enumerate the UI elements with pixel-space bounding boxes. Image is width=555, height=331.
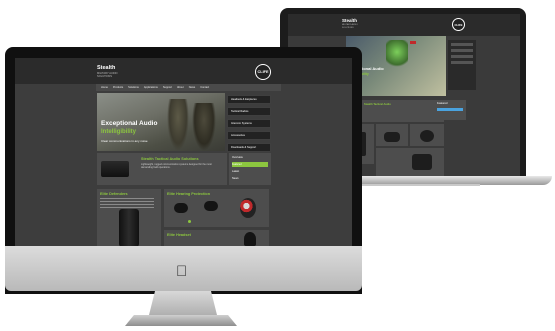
hero-soldier-1 (167, 99, 189, 151)
laptop-headset-image (420, 130, 434, 142)
laptop-section-title[interactable]: Stealth Tactical Audio (364, 103, 391, 106)
imac-neck (148, 291, 218, 319)
nav-item-news[interactable]: News (189, 86, 196, 89)
headset-image (244, 232, 256, 246)
apple-logo-icon:  (176, 263, 187, 280)
product-title-headset[interactable]: Elite Headset (167, 233, 191, 237)
headset-color-image (240, 198, 256, 218)
hero-side-menu: Headsets & Earpieces Tactical Radios Int… (227, 95, 271, 155)
sidebar-item-2[interactable]: Featured (232, 163, 242, 166)
product-card-hearing: Elite Hearing Protection (164, 189, 269, 227)
laptop-hero-menu (448, 40, 476, 90)
laptop-card-3 (410, 124, 444, 146)
earpiece-image-1 (174, 203, 188, 213)
sidebar-panel: Overview Featured Latest News (229, 153, 271, 185)
laptop-earpiece-image (384, 132, 400, 142)
radio-product-image (119, 209, 139, 246)
nav-item-contact[interactable]: Contact (200, 86, 209, 89)
nav-item-about[interactable]: About (177, 86, 184, 89)
laptop-hero-figure (386, 40, 408, 70)
laptop-logo[interactable]: Stealth (342, 18, 357, 23)
hero-line-2: Intelligibility (101, 129, 137, 135)
site-header: Stealth MILITARY AUDIO SOLUTIONS CLIFE (15, 58, 352, 84)
hero-menu-item-5[interactable]: Downloads & Support (227, 143, 271, 152)
nav-item-products[interactable]: Products (113, 86, 123, 89)
hero-menu-item-1[interactable]: Headsets & Earpieces (227, 95, 271, 104)
hero-soldier-2 (192, 103, 216, 151)
site-logo[interactable]: Stealth (97, 65, 115, 71)
sidebar-item-1[interactable]: Overview (232, 156, 243, 159)
sidebar-item-3[interactable]: Latest (232, 170, 239, 173)
carousel-dot[interactable] (188, 220, 191, 223)
site-nav: Home Products Solutions Applications Sup… (96, 84, 281, 91)
laptop-cable-image (412, 154, 432, 170)
product-title-hearing[interactable]: Elite Hearing Protection (167, 192, 210, 196)
laptop-hero-red-tag (410, 41, 416, 44)
imac-stand (125, 315, 237, 326)
nav-item-solutions[interactable]: Solutions (128, 86, 139, 89)
feature-product-image (101, 161, 129, 177)
product-card-defenders: Elite Defenders (97, 189, 161, 246)
feature-title[interactable]: Stealth Tactical Audio Solutions (141, 157, 199, 161)
site-logo-tagline: MILITARY AUDIO SOLUTIONS (97, 72, 118, 78)
hero-banner: Exceptional Audio Intelligibility Clear … (97, 93, 225, 151)
hero-menu-item-2[interactable]: Tactical Radios (227, 107, 271, 116)
nav-item-home[interactable]: Home (101, 86, 108, 89)
feature-panel: Stealth Tactical Audio Solutions Lightwe… (97, 153, 227, 185)
hero-menu-item-4[interactable]: Accessories (227, 131, 271, 140)
laptop-card-4 (376, 148, 444, 176)
site-badge[interactable]: CLIFE (255, 64, 271, 80)
laptop-sidebar-title: Featured (437, 102, 448, 105)
imac-screen: Stealth MILITARY AUDIO SOLUTIONS CLIFE H… (15, 58, 352, 246)
nav-item-applications[interactable]: Applications (144, 86, 158, 89)
hero-menu-item-3[interactable]: Intercom Systems (227, 119, 271, 128)
laptop-sidebar: Featured (434, 100, 466, 120)
product-title-defenders[interactable]: Elite Defenders (100, 192, 128, 196)
laptop-sidebar-highlight[interactable] (437, 108, 463, 111)
laptop-badge[interactable]: CLIFE (452, 18, 465, 31)
sidebar-item-4[interactable]: News (232, 177, 239, 180)
laptop-logo-tagline: MILITARY AUDIO SOLUTIONS (342, 24, 358, 29)
feature-text: Lightweight, rugged communication system… (141, 163, 212, 169)
hero-line-3: Clear communications in any noise (101, 139, 148, 143)
product-card-headset: Elite Headset (164, 230, 269, 246)
product-text-defenders (100, 198, 154, 208)
hero-line-1: Exceptional Audio (101, 120, 158, 127)
laptop-header: Stealth MILITARY AUDIO SOLUTIONS CLIFE (288, 14, 520, 36)
laptop-card-2 (376, 124, 408, 146)
nav-item-support[interactable]: Support (163, 86, 172, 89)
earpiece-image-2 (204, 201, 218, 211)
